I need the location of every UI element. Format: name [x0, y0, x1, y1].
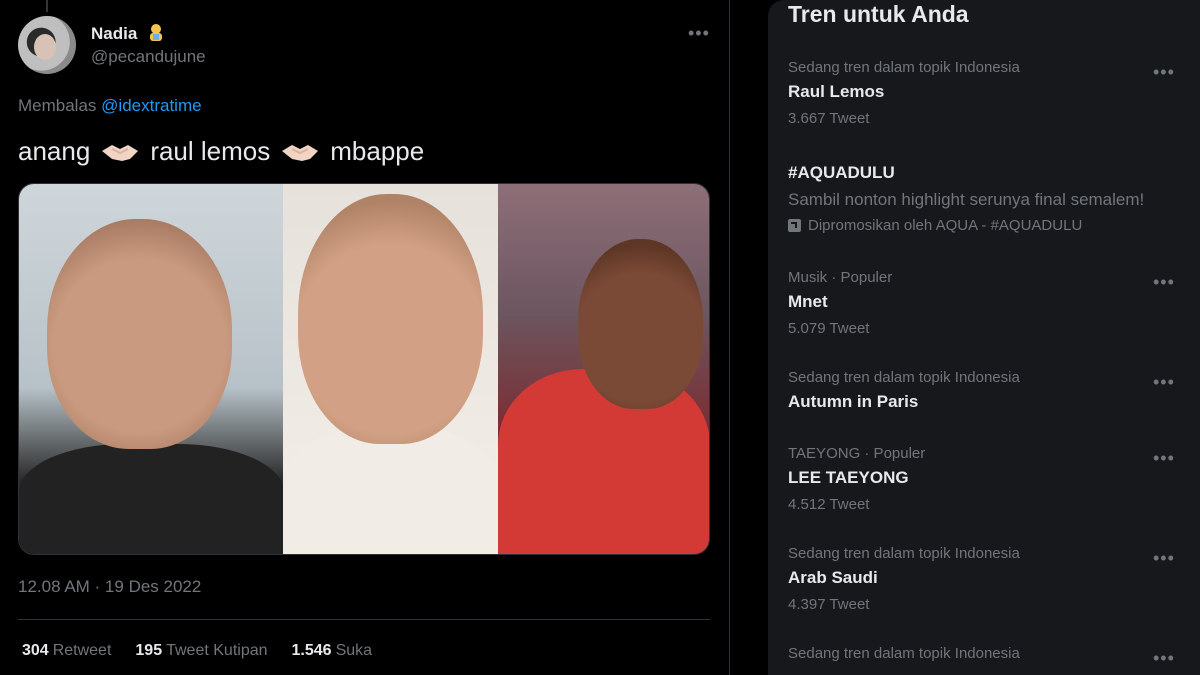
- trend-count: 5.079 Tweet: [788, 320, 870, 337]
- user-handle[interactable]: @pecandujune: [91, 47, 206, 67]
- person-emoji-icon: [150, 24, 163, 41]
- display-name[interactable]: Nadia: [91, 22, 166, 44]
- trend-name: LEE TAEYONG: [788, 468, 909, 487]
- trend-context: Sedang tren dalam topik Indonesia: [788, 369, 1020, 386]
- more-options-icon[interactable]: •••: [1153, 373, 1175, 391]
- quote-count: 195: [135, 642, 163, 659]
- handshake-emoji-icon: [282, 144, 319, 161]
- tweet-timestamp[interactable]: 12.08 AM · 19 Des 2022: [18, 577, 201, 597]
- tweet-media-image[interactable]: [18, 183, 710, 555]
- trend-item[interactable]: Sedang tren dalam topik Indonesia Raul L…: [768, 55, 1200, 140]
- retweet-stat[interactable]: 304 Retweet: [22, 642, 111, 660]
- trend-context: Sedang tren dalam topik Indonesia: [788, 645, 1020, 662]
- photo-panel-3: [497, 184, 709, 554]
- quote-tweet-stat[interactable]: 195 Tweet Kutipan: [135, 642, 267, 660]
- trend-item[interactable]: TAEYONG · Populer LEE TAEYONG 4.512 Twee…: [768, 442, 1200, 522]
- trend-context: Musik · Populer: [788, 269, 893, 286]
- more-options-icon[interactable]: •••: [1153, 449, 1175, 467]
- trend-context: Sedang tren dalam topik Indonesia: [788, 545, 1020, 562]
- more-options-icon[interactable]: •••: [1153, 63, 1175, 81]
- tweet-text-part-1: anang: [18, 136, 91, 166]
- trend-context: TAEYONG · Populer: [788, 445, 926, 462]
- photo-face-3: [577, 239, 703, 409]
- trend-item[interactable]: Sedang tren dalam topik Indonesia Arab S…: [768, 542, 1200, 622]
- stats-divider: [18, 619, 710, 620]
- trend-count: 4.397 Tweet: [788, 596, 870, 613]
- display-name-text[interactable]: Nadia: [91, 24, 137, 43]
- reply-mention-link[interactable]: @idextratime: [101, 96, 201, 115]
- trend-name: Arab Saudi: [788, 568, 878, 587]
- thread-connector-line: [46, 0, 48, 12]
- trend-name: #AQUADULU: [788, 163, 895, 182]
- tweet-text-part-3: mbappe: [330, 136, 425, 166]
- trend-description: Sambil nonton highlight serunya final se…: [788, 190, 1145, 209]
- promoted-label: Dipromosikan oleh AQUA - #AQUADULU: [788, 217, 1082, 234]
- promoted-icon: [788, 219, 801, 232]
- tweet-text-part-2: raul lemos: [150, 136, 271, 166]
- retweet-count: 304: [22, 642, 49, 659]
- trends-title: Tren untuk Anda: [788, 1, 969, 27]
- like-stat[interactable]: 1.546 Suka: [292, 642, 373, 660]
- trend-name: Raul Lemos: [788, 82, 885, 101]
- trend-item[interactable]: Sedang tren dalam topik Indonesia Autumn…: [768, 366, 1200, 422]
- reply-prefix: Membalas: [18, 96, 97, 115]
- quote-label: Tweet Kutipan: [166, 642, 268, 659]
- photo-face-2: [298, 194, 484, 444]
- like-label: Suka: [335, 642, 373, 659]
- trends-panel: Tren untuk Anda Sedang tren dalam topik …: [768, 0, 1200, 675]
- promoted-trend-item[interactable]: #AQUADULU Sambil nonton highlight seruny…: [768, 160, 1200, 245]
- promoted-text: Dipromosikan oleh AQUA - #AQUADULU: [808, 217, 1083, 234]
- trend-item[interactable]: Sedang tren dalam topik Indonesia •••: [768, 642, 1200, 675]
- more-options-icon[interactable]: •••: [1153, 549, 1175, 567]
- tweet-text: anang raul lemos mbappe: [18, 136, 424, 167]
- trend-name: Autumn in Paris: [788, 392, 919, 411]
- photo-panel-1: [19, 184, 284, 554]
- photo-face-1: [47, 219, 232, 449]
- retweet-label: Retweet: [52, 642, 112, 659]
- trend-count: 3.667 Tweet: [788, 110, 870, 127]
- photo-body-1: [19, 444, 284, 554]
- like-count: 1.546: [291, 642, 332, 659]
- more-options-icon[interactable]: •••: [1153, 273, 1175, 291]
- trend-context: Sedang tren dalam topik Indonesia: [788, 59, 1020, 76]
- trend-name: Mnet: [788, 292, 828, 311]
- avatar-face: [34, 34, 56, 60]
- trend-item[interactable]: Musik · Populer Mnet 5.079 Tweet •••: [768, 266, 1200, 346]
- trend-count: 4.512 Tweet: [788, 496, 870, 513]
- more-options-icon[interactable]: •••: [1153, 649, 1175, 667]
- engagement-stats: 304 Retweet 195 Tweet Kutipan 1.546 Suka: [22, 642, 372, 660]
- reply-context: Membalas @idextratime: [18, 96, 202, 116]
- more-options-icon[interactable]: •••: [688, 24, 710, 42]
- photo-panel-2: [283, 184, 498, 554]
- handshake-emoji-icon: [102, 144, 139, 161]
- avatar[interactable]: [18, 16, 76, 74]
- tweet-detail: Nadia @pecandujune ••• Membalas @idextra…: [0, 0, 730, 675]
